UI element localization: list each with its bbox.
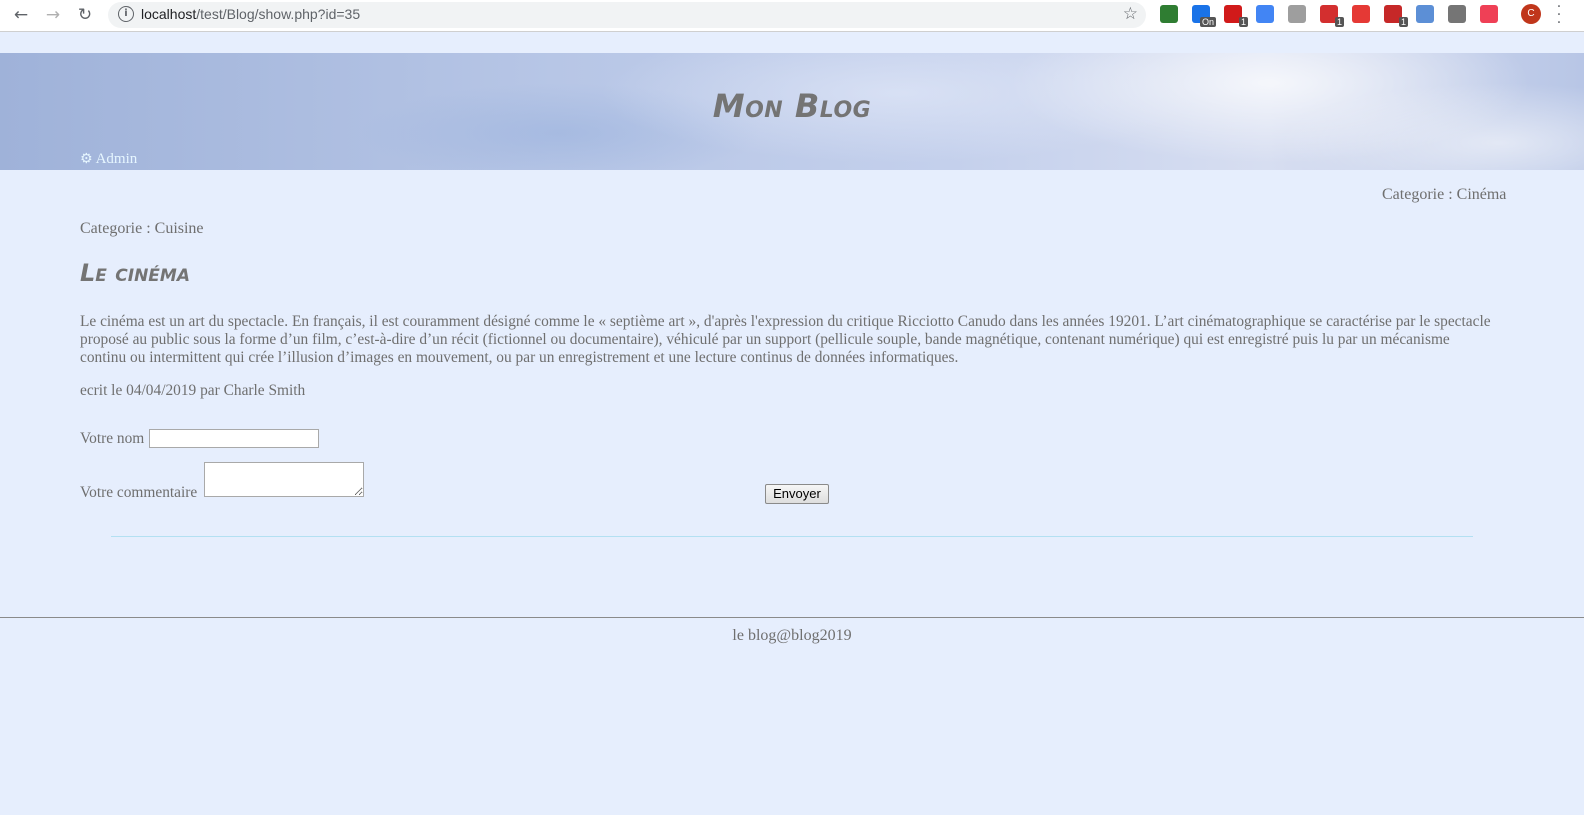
reload-icon[interactable]: ↻ [74,4,96,26]
ms-tiles-extension-icon[interactable] [1160,5,1178,23]
extension-badge: 1 [1398,17,1408,27]
header-banner: Mon Blog ⚙ Admin [0,53,1584,170]
adblock-plus-extension-icon[interactable]: 1 [1384,5,1408,27]
admin-link[interactable]: ⚙ Admin [80,151,137,168]
adblock-shield-extension-icon[interactable]: 1 [1320,5,1344,27]
info-icon[interactable]: i [118,6,134,22]
bookmark-star-icon[interactable]: ☆ [1123,4,1138,24]
red-circle-extension-icon[interactable] [1352,5,1370,23]
translate-on-extension-icon[interactable]: On [1192,5,1216,27]
gears-icon: ⚙ [80,151,93,167]
comment-textarea[interactable] [204,462,364,497]
footer-text: le blog@blog2019 [732,627,852,644]
name-label: Votre nom [80,430,145,447]
admin-label: Admin [95,151,138,167]
post-byline: ecrit le 04/04/2019 par Charle Smith [80,382,306,399]
blue-swirl-extension-icon[interactable] [1416,5,1434,23]
post-title: Le cinéma [80,259,190,287]
content-divider [111,536,1473,537]
extension-badge: 1 [1334,17,1344,27]
opera-extension-icon[interactable]: 1 [1224,5,1248,27]
extension-badge: On [1199,17,1216,27]
submit-button[interactable]: Envoyer [765,484,829,504]
category-link-cinema[interactable]: Categorie : Cinéma [1382,186,1506,204]
google-translate-extension-icon[interactable] [1256,5,1274,23]
footer-divider [0,617,1584,618]
post-body: Le cinéma est un art du spectacle. En fr… [80,313,1491,366]
address-bar[interactable]: i localhost/test/Blog/show.php?id=35 ☆ [108,2,1146,28]
globe-extension-icon[interactable] [1288,5,1306,23]
comment-label: Votre commentaire [80,484,198,501]
extension-badge: 1 [1238,17,1248,27]
url-text[interactable]: localhost/test/Blog/show.php?id=35 [141,6,360,22]
name-input[interactable] [149,429,319,448]
menu-dots-icon[interactable]: · · · [1554,0,1564,30]
forward-arrow-icon[interactable]: → [42,4,64,26]
back-arrow-icon[interactable]: ← [10,4,32,26]
pocket-extension-icon[interactable] [1480,5,1498,23]
profile-avatar[interactable]: C [1521,4,1541,24]
blog-title: Mon Blog [712,87,872,125]
category-link-cuisine[interactable]: Categorie : Cuisine [80,220,204,238]
browser-toolbar: ← → ↻ i localhost/test/Blog/show.php?id=… [0,0,1584,32]
gear-extension-icon[interactable] [1448,5,1466,23]
